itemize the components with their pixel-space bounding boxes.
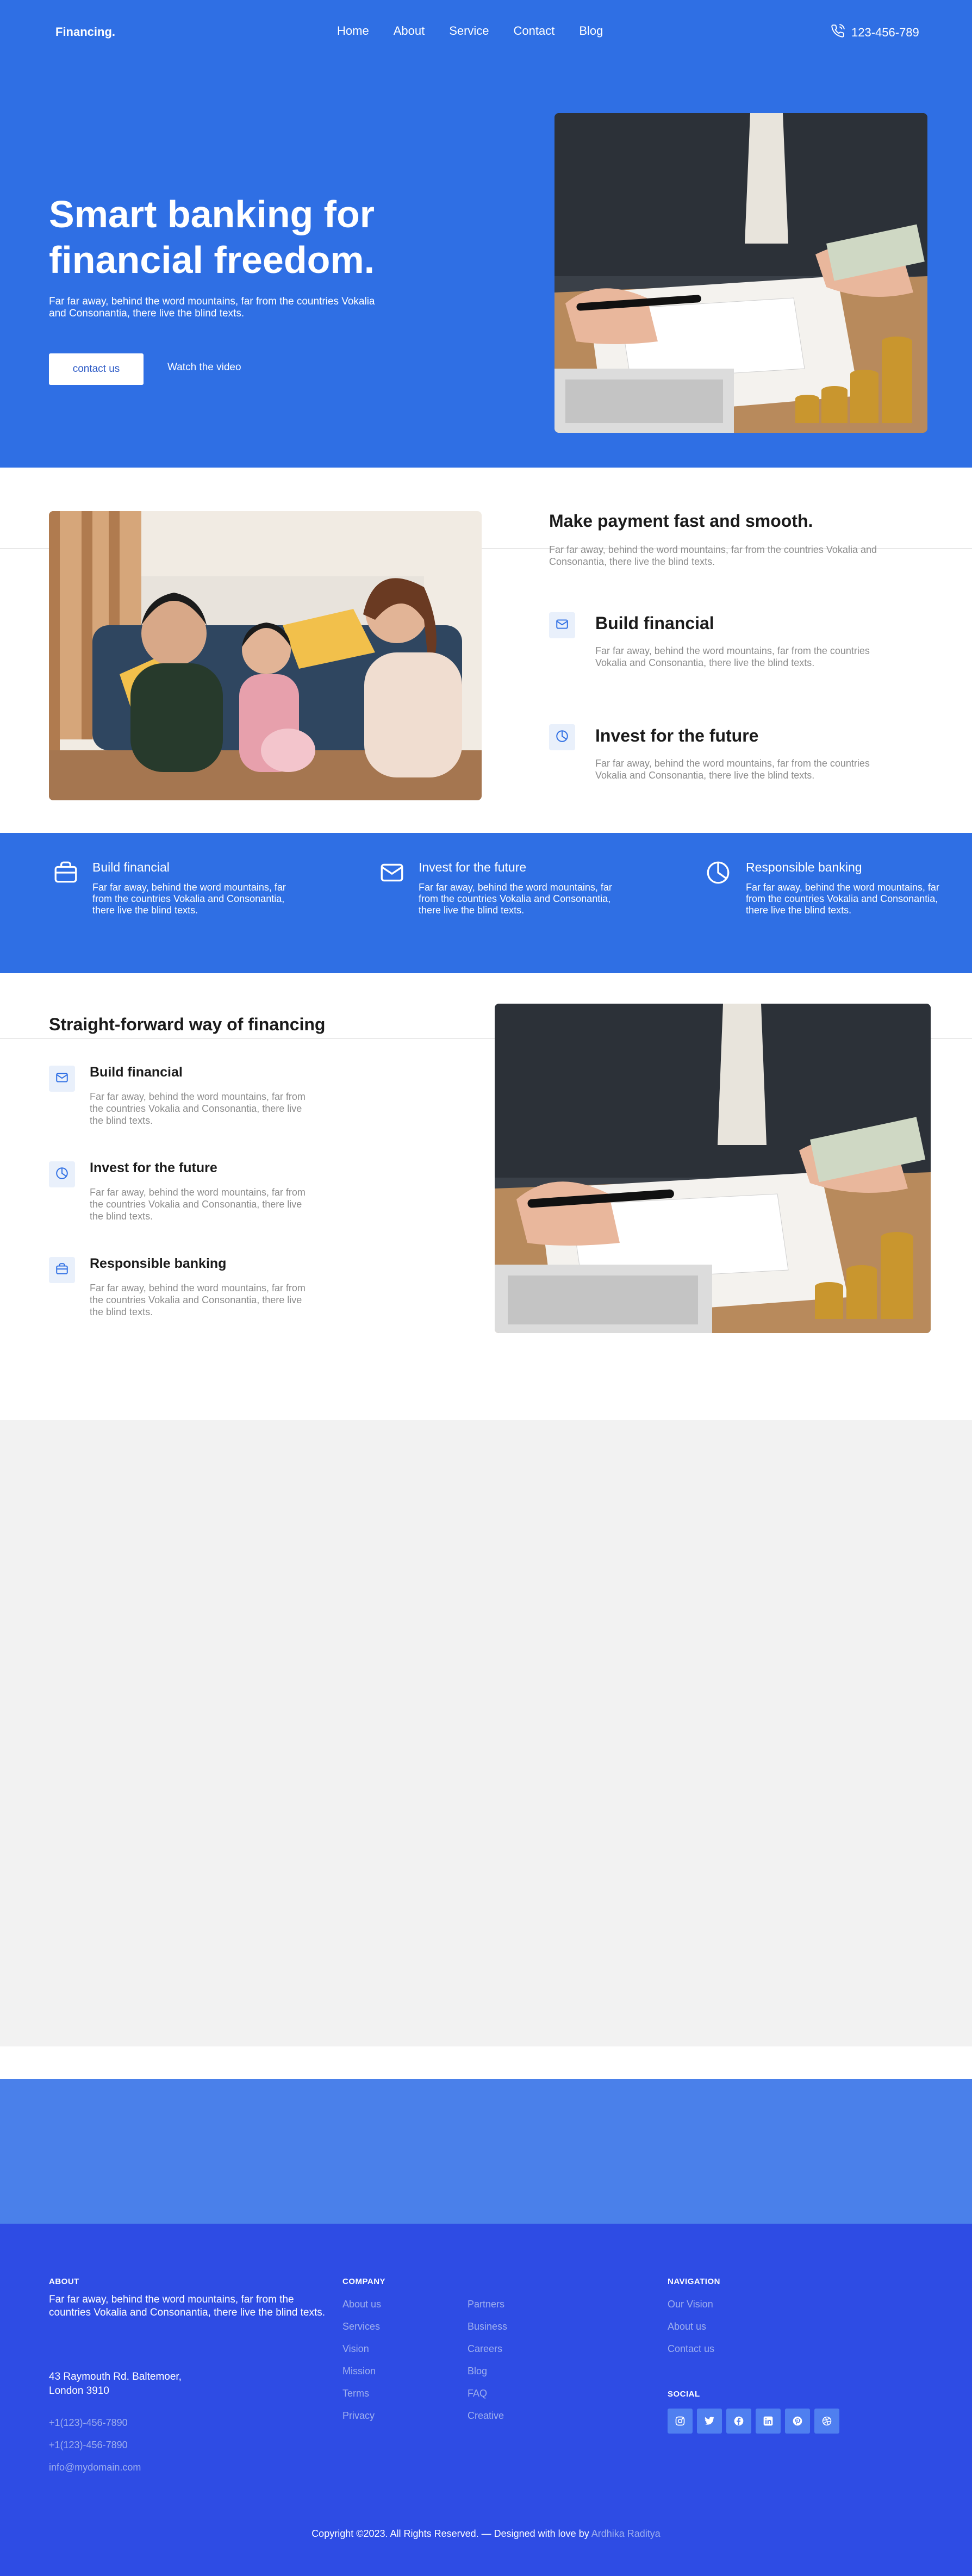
main-nav: Home About Service Contact Blog: [337, 24, 603, 38]
footer-link-terms[interactable]: Terms: [342, 2388, 369, 2399]
feature-text: Far far away, behind the word mountains,…: [90, 1091, 306, 1126]
hero-image: [554, 113, 927, 433]
nav-service[interactable]: Service: [449, 24, 489, 38]
pie-chart-icon: [55, 1166, 69, 1183]
footer-about-text: Far far away, behind the word mountains,…: [49, 2294, 326, 2318]
designer-credit-link[interactable]: Ardhika Raditya: [591, 2528, 661, 2539]
twitter-icon[interactable]: [697, 2409, 722, 2434]
feature-icon-box: [49, 1257, 75, 1283]
nav-home[interactable]: Home: [337, 24, 369, 38]
footer-navigation-heading: NAVIGATION: [668, 2277, 720, 2286]
hero-subtitle: Far far away, behind the word mountains,…: [49, 296, 375, 319]
feature-text: Far far away, behind the word mountains,…: [595, 645, 870, 668]
footer-link-careers[interactable]: Careers: [468, 2343, 502, 2355]
footer-link-mission[interactable]: Mission: [342, 2366, 376, 2377]
feature-icon-box: [549, 612, 575, 638]
contact-us-button[interactable]: contact us: [49, 353, 144, 385]
hero-title: Smart banking for financial freedom.: [49, 193, 375, 281]
footer-social-heading: SOCIAL: [668, 2390, 700, 2399]
footer-link-about-us[interactable]: About us: [342, 2299, 381, 2310]
footer-link-creative[interactable]: Creative: [468, 2410, 504, 2422]
copyright: Copyright ©2023. All Rights Reserved. — …: [0, 2528, 972, 2540]
phone-number: 123-456-789: [851, 26, 919, 39]
footer-address-line2: London 3910: [49, 2385, 109, 2397]
facebook-icon[interactable]: [726, 2409, 751, 2434]
envelope-icon: [555, 617, 569, 634]
feature-text: Far far away, behind the word mountains,…: [90, 1283, 306, 1317]
footer-link-partners[interactable]: Partners: [468, 2299, 504, 2310]
footer-link-business[interactable]: Business: [468, 2321, 507, 2332]
footer-link-vision[interactable]: Vision: [342, 2343, 369, 2355]
footer-link-about-us[interactable]: About us: [668, 2321, 706, 2332]
briefcase-icon: [55, 1262, 69, 1279]
family-image: [49, 511, 482, 800]
pie-chart-icon: [555, 729, 569, 746]
band-item-text: Far far away, behind the word mountains,…: [92, 882, 286, 916]
feature-icon-box: [549, 724, 575, 750]
brand-logo[interactable]: Financing.: [55, 25, 115, 39]
footer-link-privacy[interactable]: Privacy: [342, 2410, 375, 2422]
briefcase-icon: [52, 859, 79, 889]
footer-about-heading: ABOUT: [49, 2277, 79, 2286]
band-item-text: Far far away, behind the word mountains,…: [419, 882, 612, 916]
nav-contact[interactable]: Contact: [514, 24, 555, 38]
footer-link-faq[interactable]: FAQ: [468, 2388, 487, 2399]
social-links: [668, 2409, 839, 2434]
feature-text: Far far away, behind the word mountains,…: [595, 758, 870, 781]
band-item-title: Build financial: [92, 860, 170, 874]
envelope-icon: [378, 859, 406, 889]
instagram-icon[interactable]: [668, 2409, 693, 2434]
feature-title: Build financial: [90, 1065, 183, 1080]
feature-icon-box: [49, 1066, 75, 1092]
feature-title: Invest for the future: [595, 726, 759, 745]
footer-address-line1: 43 Raymouth Rd. Baltemoer,: [49, 2371, 182, 2382]
footer-phone-link[interactable]: +1(123)-456-7890: [49, 2440, 128, 2451]
feature-title: Build financial: [595, 613, 714, 633]
footer-link-blog[interactable]: Blog: [468, 2366, 487, 2377]
header-phone[interactable]: 123-456-789: [831, 24, 919, 41]
feature-title: Responsible banking: [90, 1256, 227, 1271]
financing-image: [495, 1004, 931, 1333]
band-item-title: Invest for the future: [419, 860, 527, 874]
empty-content-area: [0, 1420, 972, 2046]
feature-icon-box: [49, 1161, 75, 1187]
nav-about[interactable]: About: [394, 24, 425, 38]
section1-text: Far far away, behind the word mountains,…: [549, 544, 877, 567]
cta-band: [0, 2079, 972, 2224]
envelope-icon: [55, 1071, 69, 1087]
footer-link-services[interactable]: Services: [342, 2321, 380, 2332]
dribbble-icon[interactable]: [814, 2409, 839, 2434]
section3-title: Straight-forward way of financing: [49, 1015, 326, 1034]
nav-blog[interactable]: Blog: [579, 24, 603, 38]
section1-title: Make payment fast and smooth.: [549, 511, 813, 531]
phone-icon: [831, 24, 845, 41]
band-item-text: Far far away, behind the word mountains,…: [746, 882, 939, 916]
footer-company-heading: COMPANY: [342, 2277, 386, 2286]
watch-video-link[interactable]: Watch the video: [167, 362, 241, 374]
footer: [0, 2224, 972, 2576]
copyright-text: Copyright ©2023. All Rights Reserved. — …: [311, 2528, 589, 2539]
footer-link-contact-us[interactable]: Contact us: [668, 2343, 714, 2355]
footer-phone-link[interactable]: +1(123)-456-7890: [49, 2417, 128, 2429]
footer-link-our-vision[interactable]: Our Vision: [668, 2299, 713, 2310]
pie-chart-icon: [705, 859, 732, 889]
footer-email-link[interactable]: info@mydomain.com: [49, 2462, 141, 2473]
feature-title: Invest for the future: [90, 1160, 217, 1175]
linkedin-icon[interactable]: [756, 2409, 781, 2434]
pinterest-icon[interactable]: [785, 2409, 810, 2434]
feature-text: Far far away, behind the word mountains,…: [90, 1187, 306, 1222]
band-item-title: Responsible banking: [746, 860, 862, 874]
